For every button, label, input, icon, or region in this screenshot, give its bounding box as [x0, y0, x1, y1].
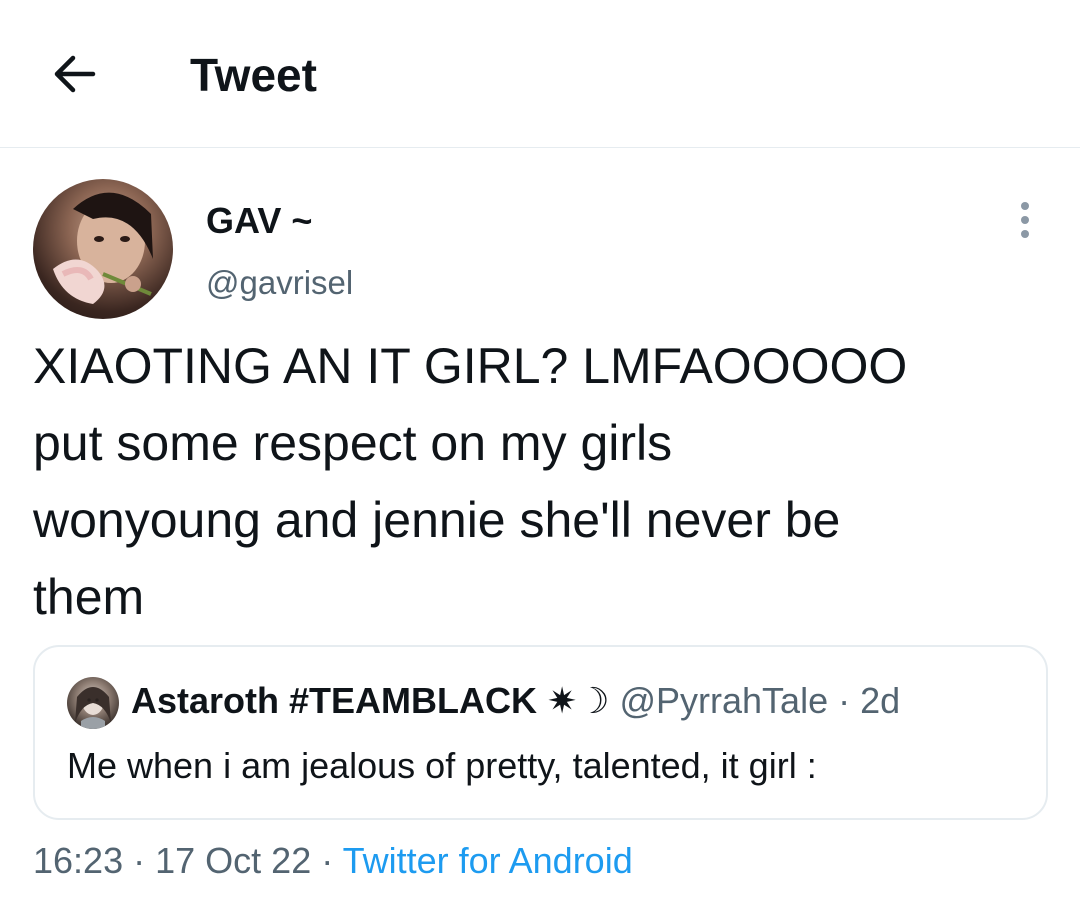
author-avatar[interactable] [33, 179, 173, 319]
meta-separator: · [321, 840, 334, 881]
quoted-author-display-name: Astaroth #TEAMBLACK ✷☽ [131, 680, 610, 721]
tweet-time[interactable]: 16:23 [33, 840, 123, 881]
tweet-metadata: 16:23 · 17 Oct 22 · Twitter for Android [33, 838, 633, 884]
author-display-name[interactable]: GAV ~ [206, 200, 312, 242]
arrow-left-icon [54, 55, 96, 93]
quoted-author-handle: @PyrrahTale [619, 680, 829, 721]
more-vertical-icon [1021, 202, 1029, 238]
back-button[interactable] [46, 46, 102, 102]
author-handle[interactable]: @gavrisel [206, 263, 353, 303]
tweet-text: XIAOTING AN IT GIRL? LMFAOOOOO put some … [33, 338, 908, 625]
avatar-photo [53, 192, 153, 304]
quoted-tweet-text: Me when i am jealous of pretty, talented… [67, 745, 817, 786]
quoted-avatar-photo [75, 687, 111, 729]
meta-separator: · [133, 840, 146, 881]
page-title: Tweet [190, 49, 317, 101]
quoted-tweet-header: Astaroth #TEAMBLACK ✷☽ @PyrrahTale · 2d [131, 679, 900, 723]
tweet-source-link[interactable]: Twitter for Android [343, 840, 633, 881]
quoted-author-avatar [67, 677, 119, 729]
quoted-tweet-age: 2d [860, 680, 901, 721]
top-bar: Tweet [0, 0, 1080, 148]
tweet-date[interactable]: 17 Oct 22 [155, 840, 311, 881]
more-options-button[interactable] [1005, 198, 1045, 242]
meta-separator: · [838, 680, 851, 721]
quoted-tweet-card[interactable]: Astaroth #TEAMBLACK ✷☽ @PyrrahTale · 2d … [33, 645, 1048, 820]
